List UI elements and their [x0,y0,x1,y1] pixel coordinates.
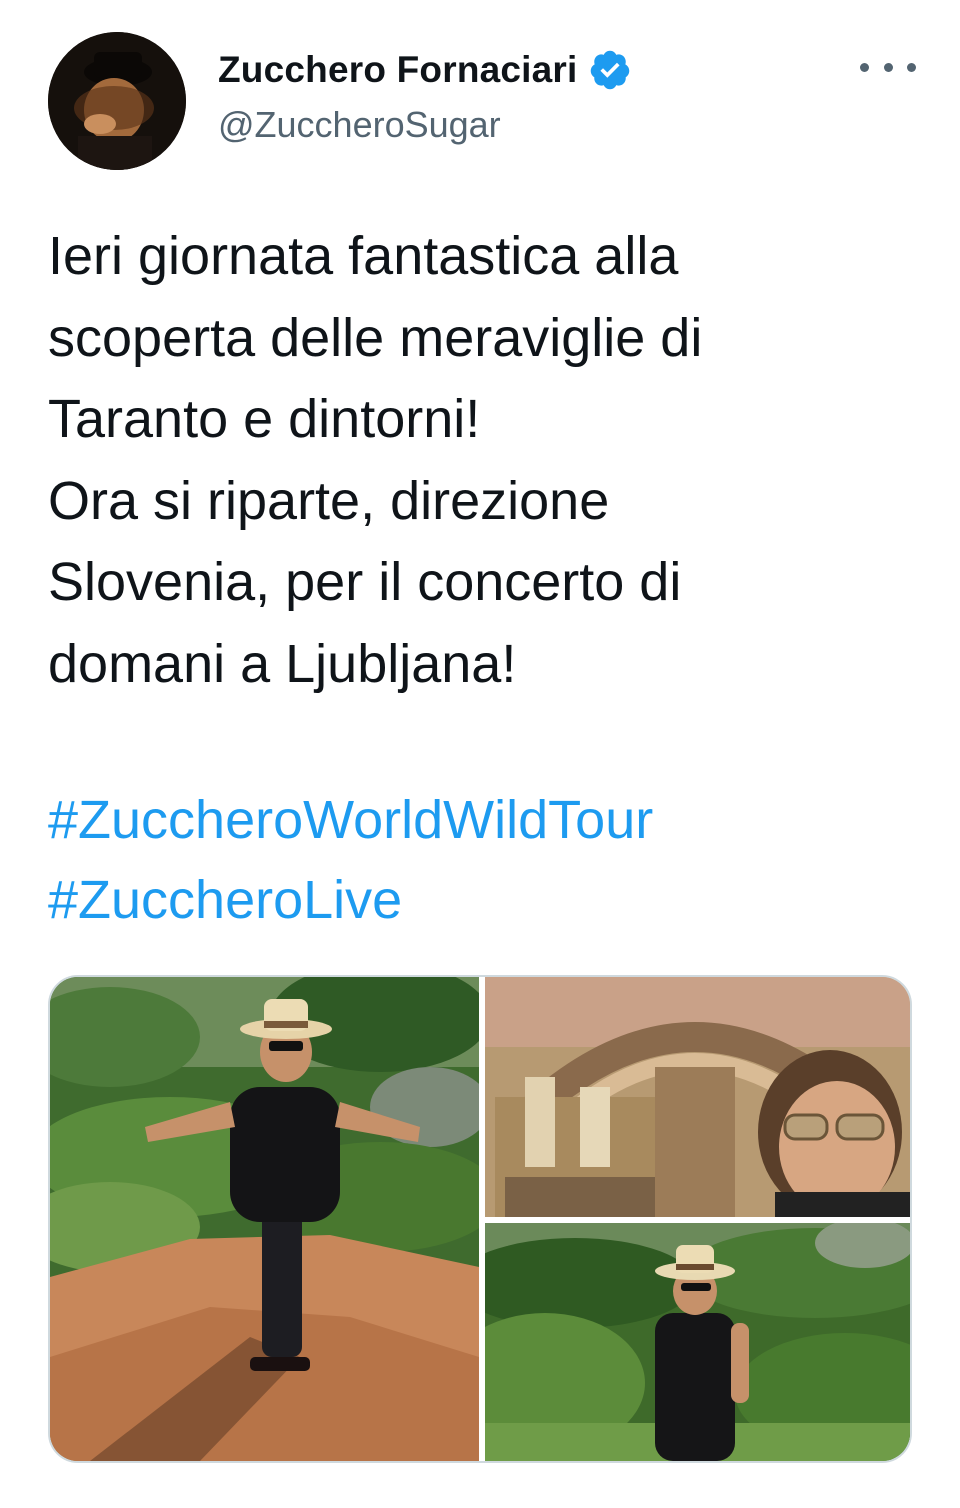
author-handle[interactable]: @ZuccheroSugar [218,104,501,146]
tweet-text-line: Ieri giornata fantastica alla [48,226,679,286]
tweet-text-line: scoperta delle meraviglie di [48,307,703,368]
photo-man-on-rock [50,977,479,1461]
tweet-text-line: Ora si riparte, direzione [48,470,610,531]
hashtags: #ZuccheroWorldWildTour #ZuccheroLive [48,780,928,940]
tweet-text-line: Taranto e dintorni! [48,389,481,449]
more-dot [883,62,893,72]
media-grid [48,975,912,1463]
media-photo-2[interactable] [485,977,910,1217]
hashtag-link[interactable]: #ZuccheroWorldWildTour [48,780,928,860]
more-dot [907,62,916,72]
avatar[interactable] [48,32,186,170]
more-options-icon[interactable] [860,52,916,82]
avatar-image [48,32,186,170]
author-display-name[interactable]: Zucchero Fornaciari [218,49,578,91]
tweet-text-line: Slovenia, per il concerto di [48,552,682,612]
more-dot [860,62,869,72]
tweet[interactable]: Zucchero Fornaciari @ZuccheroSugar Ieri … [0,0,960,1508]
tweet-text: Ieri giornata fantastica alla scoperta d… [48,216,928,705]
photo-man-walking [485,1223,910,1461]
tweet-text-line: domani a Ljubljana! [48,633,517,694]
hashtag-link[interactable]: #ZuccheroLive [48,860,928,940]
author-name-row[interactable]: Zucchero Fornaciari [218,46,632,94]
media-photo-3[interactable] [485,1223,910,1461]
photo-church-selfie [485,977,910,1217]
media-photo-1[interactable] [50,977,479,1461]
verified-badge-icon [590,50,629,90]
